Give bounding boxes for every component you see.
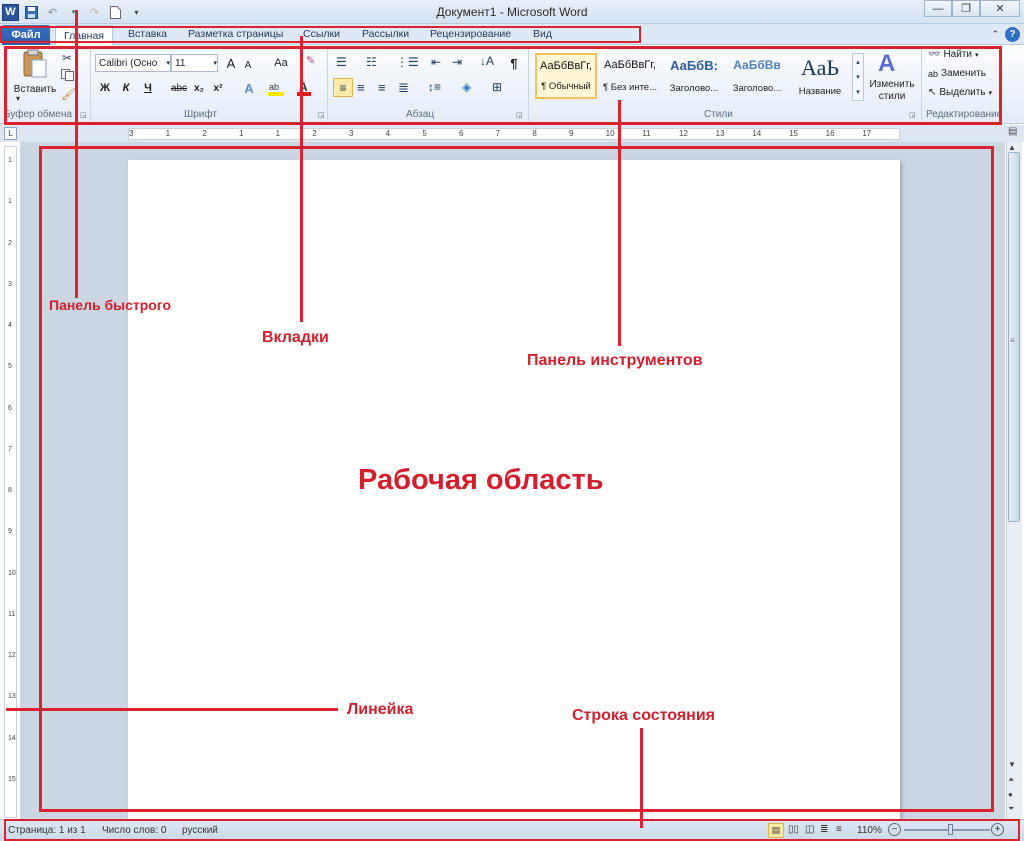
ruler-tick-label: 5: [8, 363, 12, 371]
scroll-down-icon[interactable]: ▼: [1008, 760, 1016, 769]
annotation-box-tabs: [0, 26, 641, 43]
ruler-tick-label: 1: [8, 198, 12, 206]
grip-icon: ≡: [1010, 336, 1015, 345]
ruler-tick-label: 12: [8, 652, 16, 659]
callout-qat: Панель быстрого: [49, 297, 172, 313]
ruler-tick-label: 15: [8, 775, 16, 783]
ruler-tick-label: 14: [8, 734, 16, 742]
callout-workarea: Рабочая область: [358, 464, 604, 496]
view-ruler-icon[interactable]: ▤: [1008, 126, 1021, 140]
annotation-line-ruler: [6, 708, 338, 711]
ruler-tick-label: 10: [605, 129, 615, 138]
ruler-tick-label: 13: [715, 129, 725, 138]
ruler-tick-label: 13: [8, 693, 16, 701]
ruler-tick-label: 15: [789, 129, 798, 138]
minimize-icon[interactable]: —: [924, 0, 952, 17]
horizontal-ruler[interactable]: 3 1 2 1 1 2 3 4 5 6 7 8 9 10 11 12 13 14 15 16 17: [128, 128, 900, 140]
annotation-box-statusbar: [4, 819, 1020, 841]
ruler-tick-label: 17: [862, 129, 872, 138]
annotation-line-toolbar: [618, 100, 621, 346]
title-bar: W ↶ ▾ ↷ ▾ Документ1 - Microsoft Word — ❐…: [0, 0, 1024, 24]
annotation-box-ribbon: [4, 46, 1002, 125]
ruler-tick-label: 6: [8, 404, 12, 412]
ruler-tick-label: 4: [385, 129, 391, 138]
ruler-tick-label: 12: [679, 129, 688, 138]
ruler-tick-label: 2: [312, 129, 317, 138]
window-controls: — ❐ ✕: [924, 0, 1020, 17]
ruler-tick-label: 7: [495, 129, 501, 138]
ruler-tick-label: 10: [8, 569, 16, 577]
ruler-tick-label: 1: [165, 129, 171, 138]
ruler-tick-label: 3: [349, 129, 354, 138]
ruler-tick-label: 5: [422, 129, 427, 138]
ruler-tick-label: 8: [8, 487, 12, 494]
ruler-tick-label: 3: [8, 280, 12, 288]
next-page-icon[interactable]: ⏷: [1008, 804, 1014, 814]
ruler-tick-label: 3: [129, 129, 134, 138]
help-icon[interactable]: ?: [1005, 27, 1020, 42]
browse-object-icon[interactable]: ●: [1008, 790, 1013, 799]
ruler-tick-label: 11: [642, 129, 651, 138]
ruler-tick-label: 4: [8, 322, 12, 329]
annotation-line-tabs: [300, 36, 303, 322]
ruler-tick-label: 2: [8, 239, 12, 247]
tab-selector-icon[interactable]: L: [4, 127, 17, 140]
ruler-tick-label: 6: [459, 129, 464, 138]
ruler-tick-label: 1: [275, 129, 281, 138]
annotation-line-qat: [75, 10, 78, 298]
ruler-tick-label: 16: [825, 129, 835, 138]
callout-tabs: Вкладки: [262, 329, 329, 346]
ruler-tick-label: 8: [532, 129, 537, 138]
scroll-up-icon[interactable]: ▲: [1008, 143, 1016, 152]
annotation-line-statusbar: [640, 728, 643, 828]
ruler-tick-label: 14: [752, 129, 762, 138]
window-title: Документ1 - Microsoft Word: [436, 5, 588, 19]
ruler-tick-label: 1: [239, 129, 244, 138]
ruler-tick-label: 9: [569, 129, 574, 138]
ruler-tick-label: 2: [202, 129, 207, 138]
callout-toolbar: Панель инструментов: [527, 352, 703, 369]
callout-ruler: Линейка: [347, 701, 414, 718]
maximize-icon[interactable]: ❐: [952, 0, 980, 17]
callout-statusbar: Строка состояния: [572, 707, 716, 724]
tabrow-controls: ⌃ ?: [991, 27, 1020, 42]
ruler-tick-label: 7: [8, 445, 12, 453]
ruler-tick-label: 1: [8, 157, 12, 164]
vertical-ruler[interactable]: 1 1 2 3 4 5 6 7 8 9 10 11 12 13 14 15: [4, 146, 17, 818]
ruler-tick-label: 11: [8, 610, 16, 618]
prev-page-icon[interactable]: ⏶: [1008, 775, 1014, 785]
ruler-tick-label: 9: [8, 528, 12, 536]
close-icon[interactable]: ✕: [980, 0, 1020, 17]
ruler-row: L 3 1 2 1 1 2 3 4 5 6 7 8 9 10 11 12 13 14 15 16 17 ▤: [0, 125, 1024, 142]
minimize-ribbon-icon[interactable]: ⌃: [991, 29, 999, 40]
